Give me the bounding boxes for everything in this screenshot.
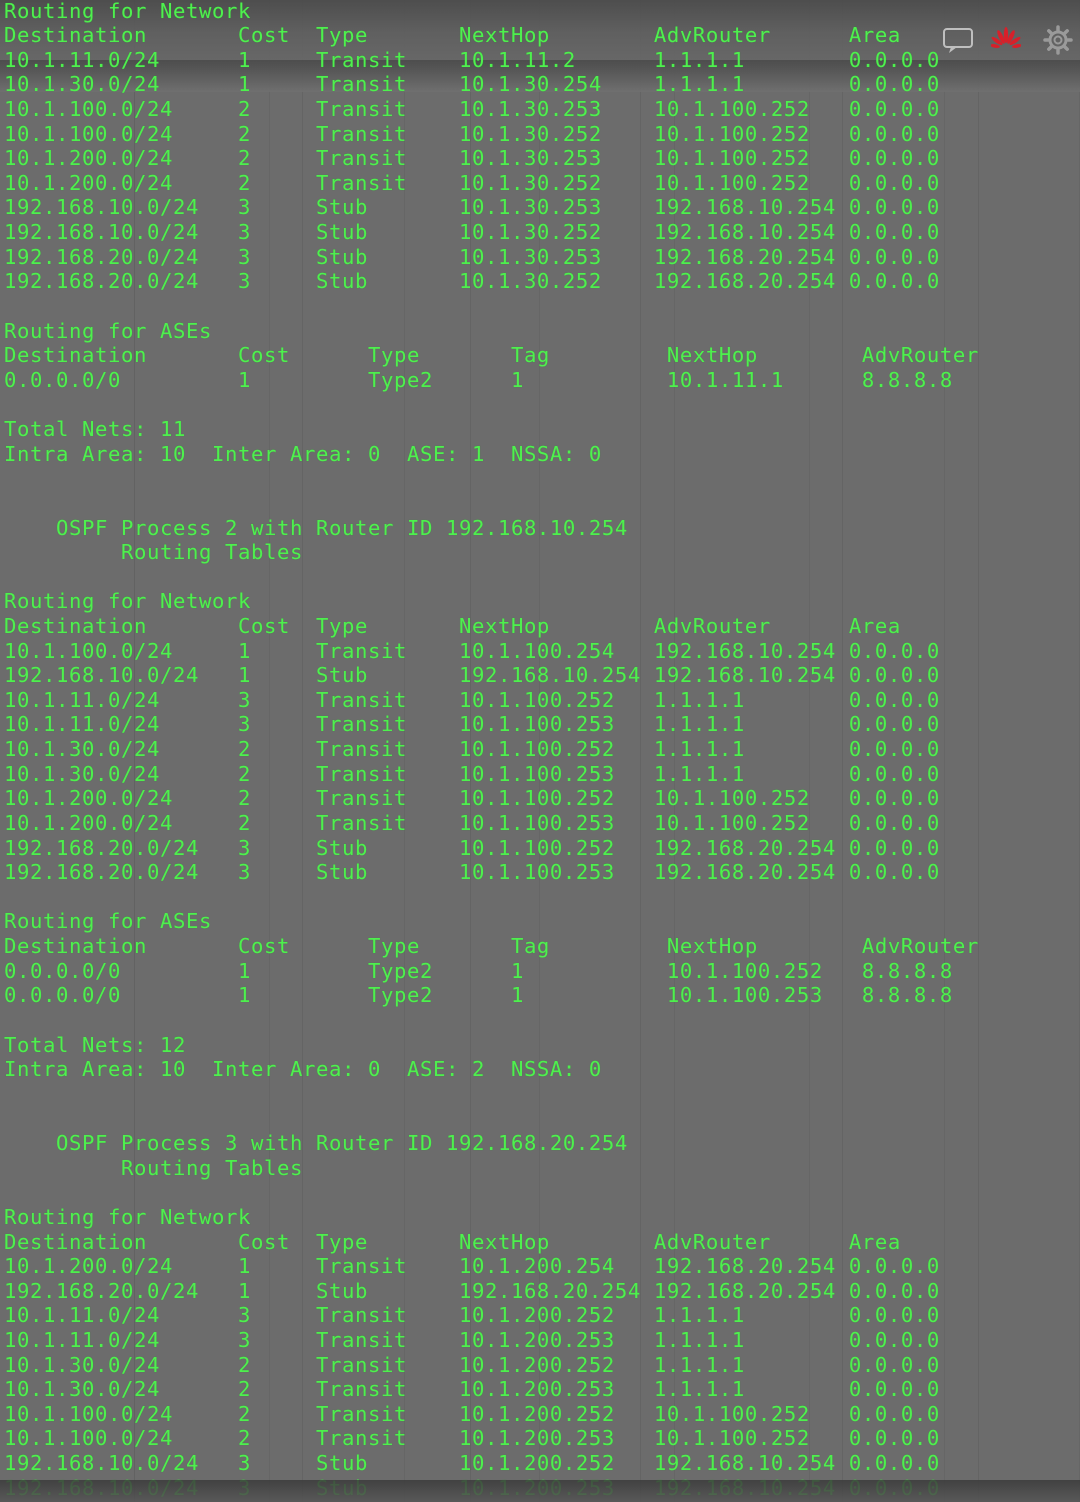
- terminal-line: Routing for Network: [4, 1204, 251, 1229]
- terminal-line: 10.1.30.0/24 2 Transit 10.1.200.252 1.1.…: [4, 1352, 940, 1377]
- terminal-line: Routing for Network: [4, 0, 251, 23]
- terminal-line: 10.1.11.0/24 3 Transit 10.1.100.253 1.1.…: [4, 712, 940, 737]
- terminal-line: 0.0.0.0/0 1 Type2 1 10.1.100.252 8.8.8.8: [4, 958, 953, 983]
- terminal-line: 192.168.20.0/24 3 Stub 10.1.30.252 192.1…: [4, 269, 940, 294]
- terminal-line: 192.168.10.0/24 3 Stub 10.1.30.253 192.1…: [4, 195, 940, 220]
- terminal-line: 10.1.200.0/24 2 Transit 10.1.30.252 10.1…: [4, 170, 940, 195]
- terminal-line: 10.1.11.0/24 3 Transit 10.1.200.252 1.1.…: [4, 1303, 940, 1328]
- terminal-line: Destination Cost Type NextHop AdvRouter …: [4, 1229, 901, 1254]
- huawei-logo-icon[interactable]: [986, 20, 1026, 60]
- terminal-line: 10.1.100.0/24 2 Transit 10.1.200.253 10.…: [4, 1426, 940, 1451]
- terminal-line: Routing Tables: [4, 540, 303, 565]
- terminal-line: Routing for ASEs: [4, 909, 212, 934]
- terminal-line: Intra Area: 10 Inter Area: 0 ASE: 2 NSSA…: [4, 1057, 602, 1082]
- terminal-line: 192.168.20.0/24 3 Stub 10.1.30.253 192.1…: [4, 244, 940, 269]
- grid-line: [978, 0, 979, 1502]
- terminal-line: 0.0.0.0/0 1 Type2 1 10.1.100.253 8.8.8.8: [4, 983, 953, 1008]
- terminal-line: OSPF Process 2 with Router ID 192.168.10…: [4, 515, 628, 540]
- terminal-line: 10.1.100.0/24 1 Transit 10.1.100.254 192…: [4, 638, 940, 663]
- terminal-line: 10.1.200.0/24 2 Transit 10.1.100.252 10.…: [4, 786, 940, 811]
- chat-icon[interactable]: [938, 20, 978, 60]
- terminal-line: 10.1.11.0/24 3 Transit 10.1.200.253 1.1.…: [4, 1327, 940, 1352]
- terminal-line: 192.168.10.0/24 1 Stub 192.168.10.254 19…: [4, 663, 940, 688]
- terminal-line: 192.168.10.0/24 3 Stub 10.1.200.252 192.…: [4, 1451, 940, 1476]
- terminal-line: 10.1.30.0/24 2 Transit 10.1.100.252 1.1.…: [4, 737, 940, 762]
- terminal-line: 10.1.30.0/24 2 Transit 10.1.100.253 1.1.…: [4, 761, 940, 786]
- terminal-line: 10.1.100.0/24 2 Transit 10.1.30.253 10.1…: [4, 96, 940, 121]
- gear-icon[interactable]: [1038, 20, 1078, 60]
- terminal-line: Destination Cost Type NextHop AdvRouter …: [4, 23, 901, 48]
- terminal-line: 10.1.100.0/24 2 Transit 10.1.30.252 10.1…: [4, 121, 940, 146]
- terminal-line: Destination Cost Type NextHop AdvRouter …: [4, 614, 901, 638]
- terminal-line: Destination Cost Type Tag NextHop AdvRou…: [4, 934, 979, 959]
- terminal-line: 192.168.20.0/24 1 Stub 192.168.20.254 19…: [4, 1278, 940, 1303]
- terminal-line: 10.1.30.0/24 1 Transit 10.1.30.254 1.1.1…: [4, 72, 940, 97]
- terminal-line: 10.1.100.0/24 2 Transit 10.1.200.252 10.…: [4, 1401, 940, 1426]
- terminal-line: Routing Tables: [4, 1155, 303, 1180]
- terminal-line: Routing for Network: [4, 589, 251, 614]
- terminal-window[interactable]: Routing for Network Destination Cost Type…: [0, 0, 1080, 1502]
- terminal-line: 10.1.200.0/24 2 Transit 10.1.100.253 10.…: [4, 810, 940, 835]
- terminal-line: 192.168.20.0/24 3 Stub 10.1.100.253 192.…: [4, 860, 940, 885]
- terminal-line: 10.1.200.0/24 1 Transit 10.1.200.254 192…: [4, 1254, 940, 1279]
- window-bottom-overlay: [0, 1480, 1080, 1502]
- terminal-line: OSPF Process 3 with Router ID 192.168.20…: [4, 1131, 628, 1156]
- terminal-line: Total Nets: 11: [4, 417, 186, 442]
- terminal-line: Total Nets: 12: [4, 1032, 186, 1057]
- terminal-line: Routing for ASEs: [4, 318, 212, 343]
- terminal-line: 0.0.0.0/0 1 Type2 1 10.1.11.1 8.8.8.8: [4, 367, 953, 392]
- terminal-line: 192.168.20.0/24 3 Stub 10.1.100.252 192.…: [4, 835, 940, 860]
- terminal-line: 10.1.11.0/24 1 Transit 10.1.11.2 1.1.1.1…: [4, 47, 940, 72]
- terminal-line: Intra Area: 10 Inter Area: 0 ASE: 1 NSSA…: [4, 441, 602, 466]
- terminal-line: 10.1.11.0/24 3 Transit 10.1.100.252 1.1.…: [4, 687, 940, 712]
- terminal-line: 10.1.200.0/24 2 Transit 10.1.30.253 10.1…: [4, 146, 940, 171]
- terminal-line: 192.168.10.0/24 3 Stub 10.1.30.252 192.1…: [4, 220, 940, 245]
- terminal-line: 10.1.30.0/24 2 Transit 10.1.200.253 1.1.…: [4, 1377, 940, 1402]
- terminal-line: Destination Cost Type Tag NextHop AdvRou…: [4, 343, 979, 368]
